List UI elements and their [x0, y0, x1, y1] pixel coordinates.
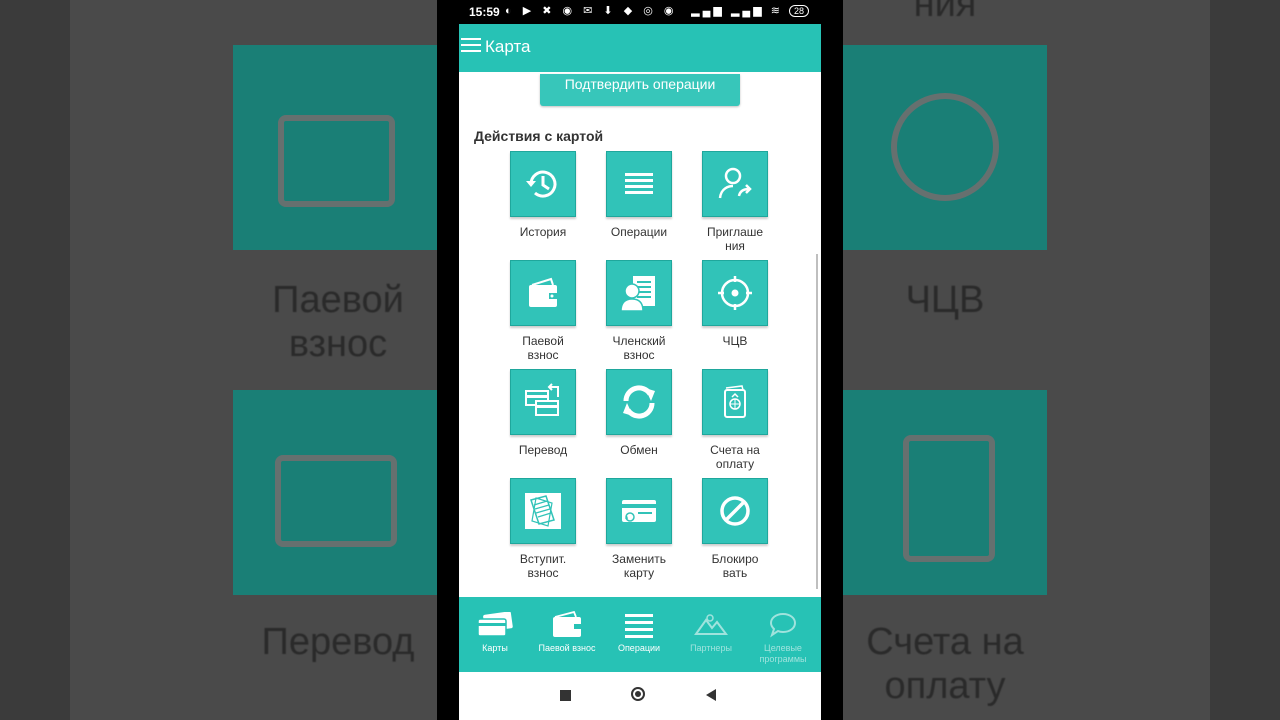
action-exchange[interactable]: Обмен: [594, 369, 684, 457]
action-history[interactable]: История: [498, 151, 588, 239]
action-label: Блокиро вать: [711, 552, 759, 580]
action-label: Операции: [610, 225, 668, 239]
back-icon[interactable]: [706, 689, 716, 701]
background-label-share-fee: Паевой взнос: [272, 279, 404, 365]
background-label-chcv: ЧЦВ: [905, 279, 985, 321]
documents-icon: [525, 493, 561, 529]
action-label: Счета на оплату: [710, 443, 760, 471]
recents-icon[interactable]: [560, 690, 571, 701]
background-wallet-icon: [278, 115, 395, 207]
invoice-icon: [724, 385, 746, 418]
transfer-button[interactable]: [510, 369, 576, 435]
operations-button[interactable]: [606, 151, 672, 217]
background-label-invoices: Счета на оплату: [866, 621, 1024, 707]
nav-target-programs[interactable]: Целевые программы: [747, 597, 819, 672]
target-icon: [718, 276, 752, 310]
background-transfer-icon: [275, 455, 397, 547]
wallet-icon: [553, 611, 581, 637]
action-membership-fee[interactable]: Членский взнос: [594, 260, 684, 362]
background-transfer-tile: [233, 390, 438, 595]
chcv-button[interactable]: [702, 260, 768, 326]
system-navigation-bar: [459, 672, 821, 720]
nav-label: Партнеры: [690, 643, 732, 653]
action-invitations[interactable]: Приглаше ния: [690, 151, 780, 253]
action-transfer[interactable]: Перевод: [498, 369, 588, 457]
mountains-icon: [694, 614, 728, 635]
cards-icon: [477, 612, 513, 637]
nav-partners[interactable]: Партнеры: [675, 597, 747, 672]
wallet-icon: [529, 277, 557, 307]
background-target-tile: [843, 45, 1047, 250]
nav-cards[interactable]: Карты: [459, 597, 531, 672]
block-icon: [720, 496, 750, 526]
section-title: Действия с картой: [474, 128, 604, 144]
action-label: История: [519, 225, 567, 239]
action-label: Обмен: [620, 443, 658, 457]
invite-user-icon: [718, 167, 752, 199]
action-share-fee[interactable]: Паевой взнос: [498, 260, 588, 362]
history-button[interactable]: [510, 151, 576, 217]
nav-label: Операции: [617, 643, 661, 653]
share-fee-button[interactable]: [510, 260, 576, 326]
action-label: Приглаше ния: [706, 225, 764, 253]
nav-label: Паевой взнос: [538, 643, 596, 653]
app-screen: Карта Подтвердить операции Действия с ка…: [459, 24, 821, 672]
nav-share-fee[interactable]: Паевой взнос: [531, 597, 603, 672]
action-block[interactable]: Блокиро вать: [690, 478, 780, 580]
app-bar: Карта: [459, 24, 821, 72]
replace-card-icon: [622, 500, 656, 522]
member-card-icon: [620, 276, 655, 312]
hamburger-menu-icon[interactable]: [461, 38, 481, 54]
invoices-button[interactable]: [702, 369, 768, 435]
transfer-cards-icon: [525, 383, 559, 416]
system-icons: ▂▄▆ ▂▄▆ ≋ 28: [691, 4, 809, 17]
block-button[interactable]: [702, 478, 768, 544]
action-label: Вступит. взнос: [519, 552, 567, 580]
membership-fee-button[interactable]: [606, 260, 672, 326]
action-label: ЧЦВ: [722, 334, 748, 348]
invitations-button[interactable]: [702, 151, 768, 217]
bottom-navigation: Карты Паевой взнос Операции Партнеры Цел…: [459, 597, 821, 672]
list-icon: [625, 173, 653, 194]
status-time: 15:59: [469, 5, 500, 19]
background-label-transfer: Перевод: [261, 621, 415, 663]
phone-frame: 15:59 ◐ ▶ ✖ ◉ ✉ ⬇ ◆ ◎ ◉ ▂▄▆ ▂▄▆ ≋ 28 Кар…: [437, 0, 843, 720]
background-label-top: ния: [913, 0, 977, 25]
entry-fee-button[interactable]: [510, 478, 576, 544]
app-bar-title: Карта: [485, 37, 531, 56]
action-invoices[interactable]: Счета на оплату: [690, 369, 780, 471]
nav-label: Карты: [482, 643, 508, 653]
action-label: Членский взнос: [612, 334, 666, 362]
action-replace-card[interactable]: Заменить карту: [594, 478, 684, 580]
replace-card-button[interactable]: [606, 478, 672, 544]
exchange-button[interactable]: [606, 369, 672, 435]
history-icon: [526, 170, 557, 198]
status-bar: 15:59 ◐ ▶ ✖ ◉ ✉ ⬇ ◆ ◎ ◉ ▂▄▆ ▂▄▆ ≋ 28: [437, 0, 843, 24]
action-operations[interactable]: Операции: [594, 151, 684, 239]
background-invoice-icon: [903, 435, 995, 562]
background-invoice-tile: [843, 390, 1047, 595]
notification-icons: ◐ ▶ ✖ ◉ ✉ ⬇ ◆ ◎ ◉: [505, 5, 678, 17]
exchange-icon: [623, 385, 655, 419]
action-label: Заменить карту: [612, 552, 666, 580]
background-wallet-tile: [233, 45, 438, 250]
action-label: Паевой взнос: [522, 334, 564, 362]
home-icon[interactable]: [631, 687, 645, 701]
chat-bubble-icon: [769, 612, 797, 638]
list-icon: [625, 614, 653, 638]
battery-icon: 28: [788, 5, 809, 17]
nav-label: Целевые программы: [759, 643, 807, 664]
action-entry-fee[interactable]: Вступит. взнос: [498, 478, 588, 580]
confirm-operations-button[interactable]: Подтвердить операции: [540, 74, 740, 106]
nav-operations[interactable]: Операции: [603, 597, 675, 672]
scrollbar[interactable]: [816, 254, 818, 589]
background-target-icon: [891, 93, 999, 201]
action-label: Перевод: [518, 443, 568, 457]
action-chcv[interactable]: ЧЦВ: [690, 260, 780, 348]
